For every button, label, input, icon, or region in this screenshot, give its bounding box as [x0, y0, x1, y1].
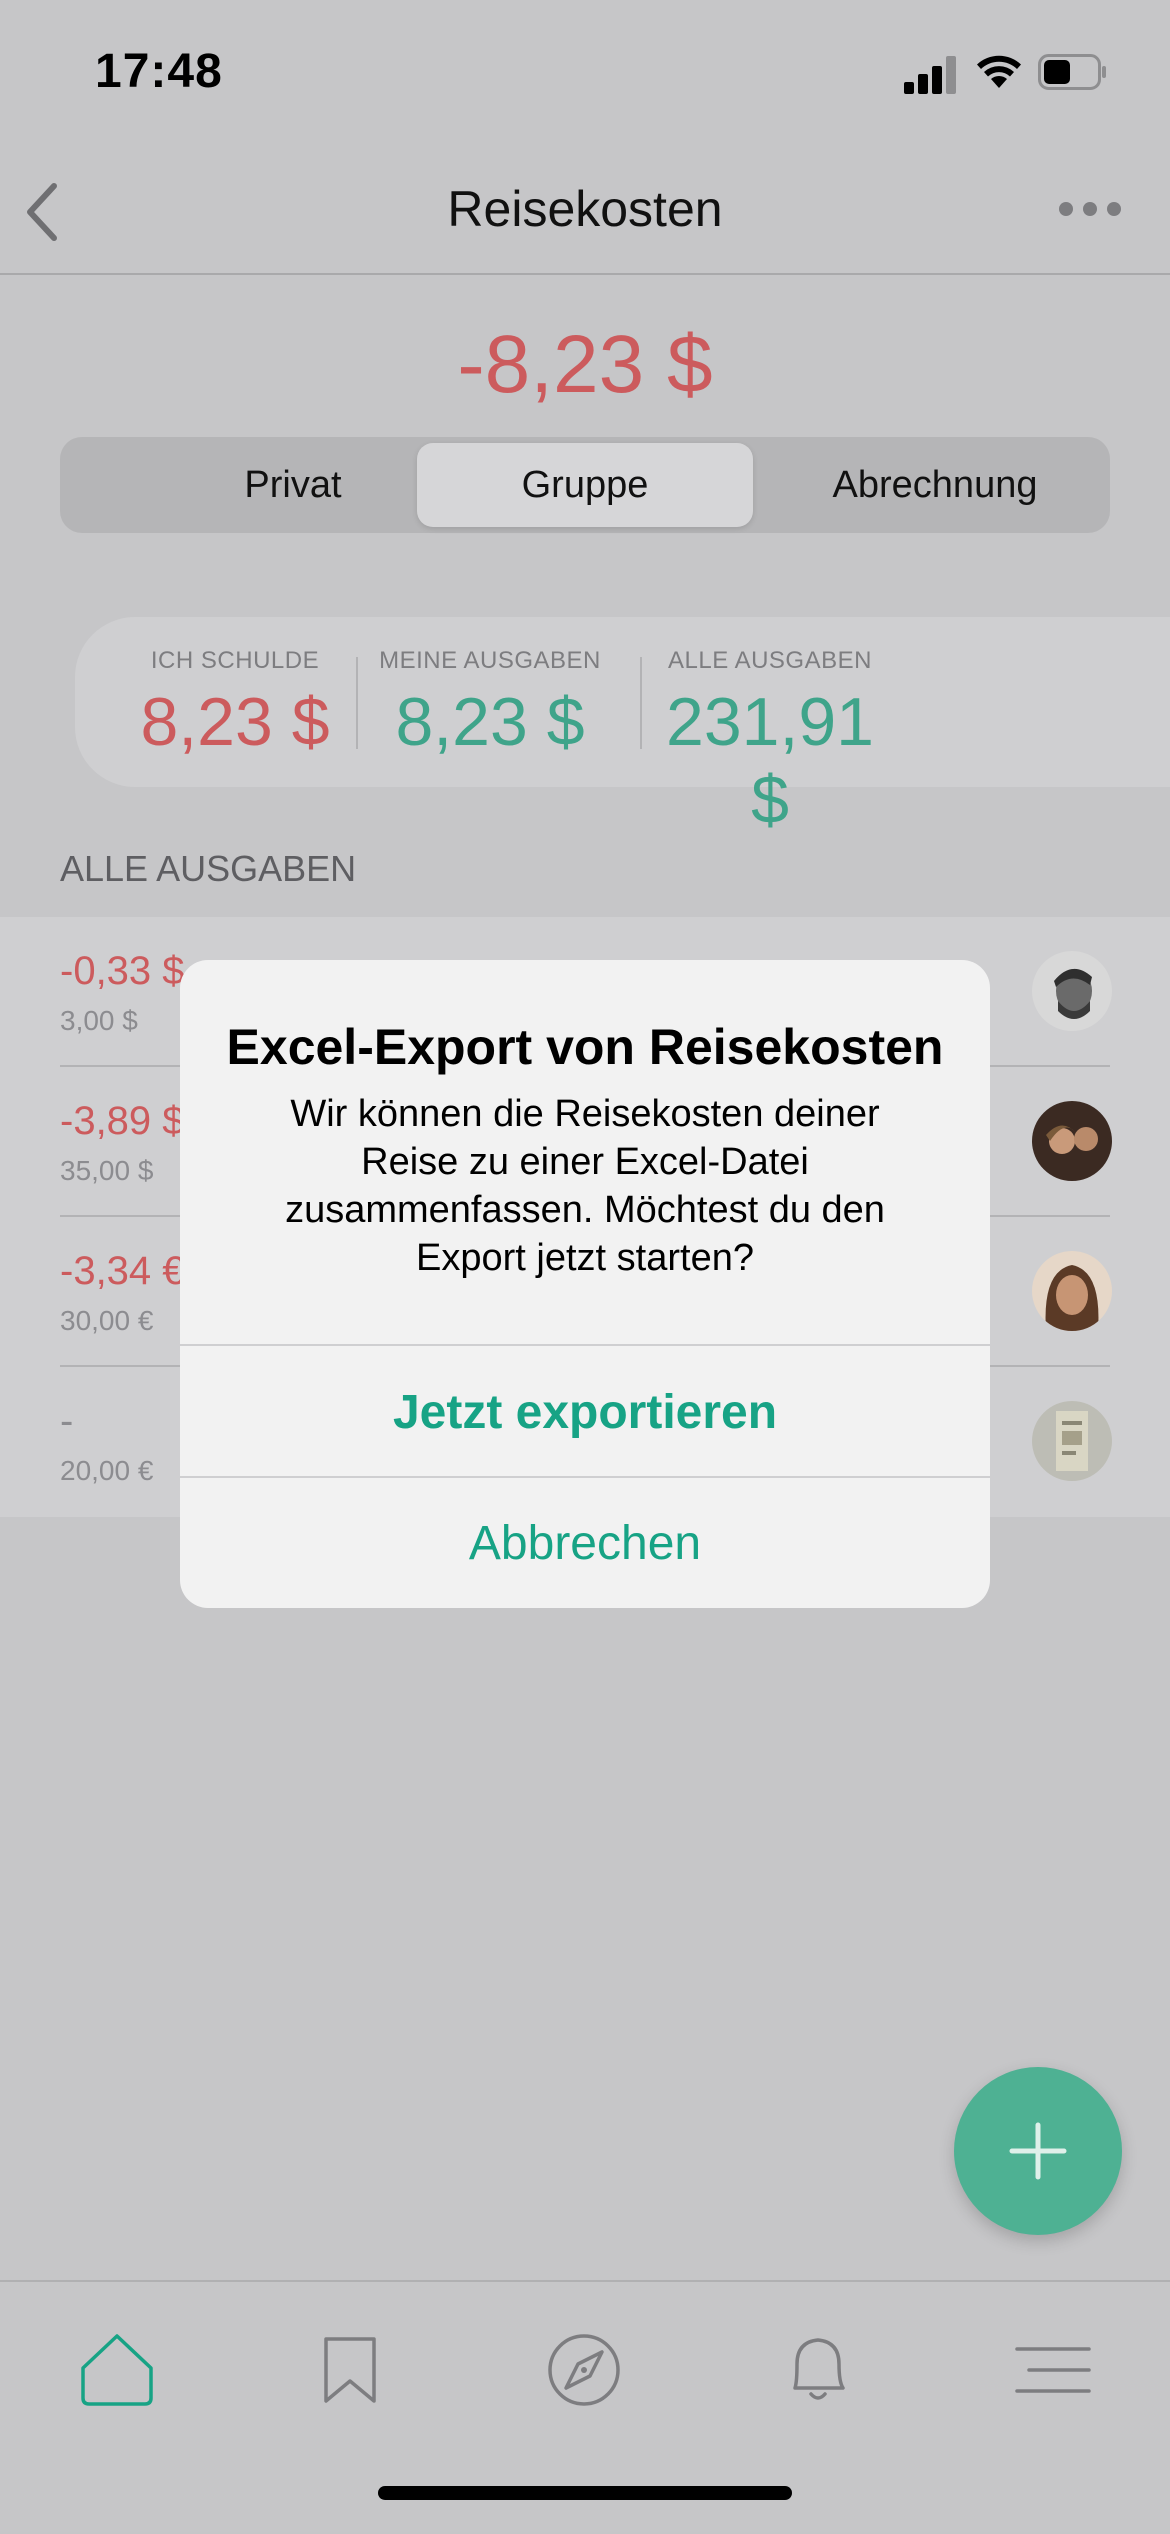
expense-total: 30,00 €	[60, 1305, 154, 1336]
stat-i-owe: ICH SCHULDE 8,23 $	[115, 647, 355, 761]
section-header: ALLE AUSGABEN	[60, 848, 357, 889]
balance-amount: -8,23 $	[457, 319, 713, 410]
summary-card[interactable]: ICH SCHULDE 8,23 $ MEINE AUSGABEN 8,23 $…	[75, 617, 1170, 838]
divider	[640, 657, 642, 749]
status-bar: 17:48	[0, 0, 1170, 150]
home-indicator	[378, 2486, 792, 2500]
battery-icon	[1038, 54, 1106, 90]
menu-icon	[1015, 2347, 1091, 2393]
avatar-woman-icon	[1032, 1251, 1112, 1331]
expense-total: 35,00 $	[60, 1155, 154, 1186]
navigation-bar: Reisekosten	[0, 150, 1170, 275]
tab-home[interactable]	[57, 2320, 177, 2420]
stat-label: ALLE AUSGABEN	[668, 647, 872, 674]
expense-share: -3,89 $	[60, 1099, 185, 1143]
expense-share: -3,34 €	[60, 1249, 185, 1293]
compass-icon	[548, 2334, 620, 2406]
alert-message: Wir können die Reisekosten deiner Reise …	[285, 1093, 885, 1279]
expense-share: -	[60, 1399, 74, 1443]
receipt-icon	[1032, 1401, 1112, 1481]
add-expense-button[interactable]	[954, 2067, 1122, 2235]
expense-total: 3,00 $	[60, 1005, 138, 1036]
stat-value: 231,91 $	[666, 684, 874, 838]
expense-total: 20,00 €	[60, 1455, 154, 1486]
expense-share: -0,33 $	[60, 949, 185, 993]
segment-abrechnung[interactable]: Abrechnung	[768, 443, 1102, 527]
stat-label: ICH SCHULDE	[150, 647, 320, 674]
tab-notifications[interactable]	[758, 2320, 878, 2420]
stat-all-expenses: ALLE AUSGABEN 231,91 $	[655, 647, 885, 839]
cancel-button[interactable]: Abbrechen	[180, 1478, 990, 1608]
page-title: Reisekosten	[447, 181, 723, 237]
avatar-man-icon	[1032, 951, 1112, 1031]
stat-label: MEINE AUSGABEN	[379, 647, 601, 674]
segment-gruppe[interactable]: Gruppe	[417, 443, 753, 527]
wifi-icon	[977, 55, 1021, 88]
stat-my-expenses: MEINE AUSGABEN 8,23 $	[375, 647, 605, 761]
bell-icon	[793, 2338, 845, 2400]
more-options-icon[interactable]	[1058, 200, 1122, 218]
tab-explore[interactable]	[524, 2320, 644, 2420]
alert-title: Excel-Export von Reisekosten	[226, 1019, 944, 1075]
tab-bookmarks[interactable]	[290, 2320, 410, 2420]
bookmark-icon	[324, 2337, 376, 2403]
divider	[356, 657, 358, 749]
avatar-couple-icon	[1032, 1101, 1112, 1181]
export-alert-dialog: Excel-Export von Reisekosten Wir können …	[180, 960, 990, 1608]
status-time: 17:48	[95, 45, 223, 98]
segmented-control: Privat Gruppe Abrechnung	[60, 437, 1110, 533]
segment-privat[interactable]: Privat	[126, 443, 460, 527]
plus-icon	[1009, 2122, 1067, 2180]
export-now-button[interactable]: Jetzt exportieren	[180, 1346, 990, 1478]
stat-value: 8,23 $	[140, 684, 330, 760]
app-screen: 17:48 Reisekosten -8,23 $ Privat Gruppe …	[0, 0, 1170, 2534]
stat-value: 8,23 $	[395, 684, 585, 760]
cellular-signal-icon	[904, 54, 956, 94]
home-icon	[81, 2334, 153, 2406]
tab-menu[interactable]	[993, 2320, 1113, 2420]
